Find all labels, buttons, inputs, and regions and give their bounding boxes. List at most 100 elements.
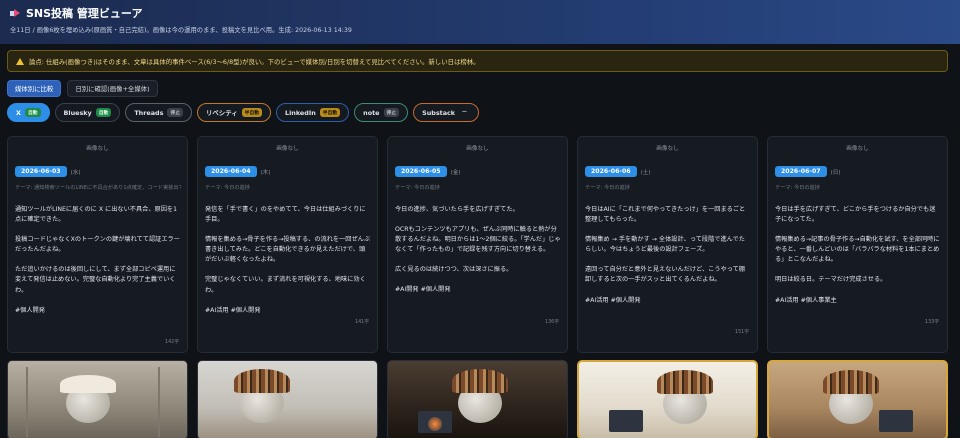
post-theme: テーマ: 通知検索ツールのLINEに不具合があり1点確定、コード実装出てた前が受… (15, 185, 181, 191)
date-row: 2026-06-06 (土) (585, 166, 651, 177)
post-paragraph: 通知ツールがLINEに届くのに X に出ない不具合、原因を1点に確定できた。 (15, 206, 178, 224)
platform-chip-note[interactable]: note 停止 (354, 103, 409, 122)
post-theme: テーマ: 今日の進捗 (585, 185, 630, 191)
post-paragraph: OCRもコンテンツもアプリも、ぜんぶ同時に触ると熱が分散するんだよね。明日からは… (395, 226, 561, 254)
post-body: 今日は手を広げすぎて、どこから手をつけるか自分でも迷子になってた。 情報集める→… (775, 205, 941, 316)
status-badge: 停止 (383, 108, 400, 117)
page-title: SNS投稿 管理ビューア (10, 5, 950, 21)
date-badge: 2026-06-06 (585, 166, 637, 177)
status-badge: 半自動 (241, 108, 263, 117)
post-paragraph: 今日の進捗、気づいたら手を広げすぎてた。 (395, 206, 519, 213)
char-count: 141字 (355, 320, 369, 325)
post-hashtags: #個人開発 (15, 306, 45, 314)
date-badge: 2026-06-04 (205, 166, 257, 177)
platform-chip-linkedin[interactable]: LinkedIn 半自動 (276, 103, 350, 122)
post-paragraph: 完璧じゃなくていい。まず流れを可視化する、地味に効くわ。 (205, 276, 366, 294)
status-badge: 自動 (24, 108, 41, 117)
day-of-week: (金) (450, 169, 461, 176)
platform-chip-x[interactable]: X 自動 (7, 103, 50, 122)
post-paragraph: 遠回って自分だと意外と見えないんだけど、こうやって棚卸しすると次の一手がスッと出… (585, 266, 745, 284)
char-count: 136字 (545, 320, 559, 325)
post-hashtags: #AI活用 #個人開発 (585, 296, 641, 304)
post-card: 画像なし 2026-06-04 (木) テーマ: 今日の進捗 発信を「手で書く」… (197, 136, 378, 353)
platform-chips: X 自動 Bluesky 自動 Threads 停止 リベシティ 半自動 Lin… (7, 103, 479, 122)
platform-name: LinkedIn (285, 108, 316, 117)
page-title-text: SNS投稿 管理ビューア (26, 7, 143, 20)
post-paragraph: 情報集める→記事の骨子作る→自動化を試す、を全部同時にやると、一番しんどいのは「… (775, 236, 940, 264)
day-of-week: (木) (260, 169, 271, 176)
day-of-week: (土) (640, 169, 651, 176)
post-paragraph: 情報を集める→骨子を作る→投稿する、の流れを一回ぜんぶ書き出してみた。どこを自動… (205, 236, 371, 264)
post-body: 通知ツールがLINEに届くのに X に出ない不具合、原因を1点に確定できた。 投… (15, 205, 181, 326)
post-theme: テーマ: 今日の進捗 (205, 185, 250, 191)
post-card: 画像なし 2026-06-05 (金) テーマ: 今日の進捗 今日の進捗、気づい… (387, 136, 568, 353)
post-image[interactable] (767, 360, 948, 438)
platform-name: Substack (422, 108, 456, 117)
no-image-label: 画像なし (656, 146, 679, 152)
post-body: 今日はAIに「これまで何やってきたっけ」を一回まるごと整理してもらった。 情報集… (585, 205, 751, 316)
platform-name: リベシティ (206, 109, 238, 117)
view-tabs: 媒体別に比較 日別に確認(画像+全媒体) (7, 80, 158, 97)
post-hashtags: #AI活用 #個人事業主 (775, 296, 837, 304)
post-hashtags: #AI活用 #個人開発 (205, 306, 261, 314)
date-row: 2026-06-07 (日) (775, 166, 841, 177)
no-image-label: 画像なし (466, 146, 489, 152)
platform-chip-bluesky[interactable]: Bluesky 自動 (54, 103, 121, 122)
char-count: 133字 (925, 320, 939, 325)
post-card: 画像なし 2026-06-06 (土) テーマ: 今日の進捗 今日はAIに「これ… (577, 136, 758, 353)
post-paragraph: ただ追いかけるのは後回しにして、まず全部コピペ運用に変えて発信は止めない。完璧な… (15, 266, 176, 294)
no-image-label: 画像なし (86, 146, 109, 152)
post-card: 画像なし 2026-06-03 (水) テーマ: 通知検索ツールのLINEに不具… (7, 136, 188, 353)
status-badge: 自動 (95, 108, 112, 117)
platform-name: X (16, 108, 21, 117)
day-of-week: (水) (70, 169, 81, 176)
char-count: 151字 (735, 330, 749, 335)
post-image[interactable] (197, 360, 378, 438)
post-image[interactable] (577, 360, 758, 438)
warning-icon (16, 57, 24, 65)
post-paragraph: 明日は絞る日。テーマだけ完成させる。 (775, 276, 887, 284)
date-badge: 2026-06-03 (15, 166, 67, 177)
post-paragraph: 今日は手を広げすぎて、どこから手をつけるか自分でも迷子になってた。 (775, 206, 936, 224)
page-header: SNS投稿 管理ビューア 全11日 / 画像6枚を埋め込み(原画質・自己完結)。… (0, 0, 960, 44)
date-badge: 2026-06-05 (395, 166, 447, 177)
post-image[interactable] (7, 360, 188, 438)
post-body: 発信を「手で書く」のをやめてて、今日は仕組みづくりに手目。 情報を集める→骨子を… (205, 205, 371, 326)
status-badge: 半自動 (319, 108, 341, 117)
day-of-week: (日) (830, 169, 841, 176)
platform-chip-substack[interactable]: Substack — (413, 103, 479, 122)
post-hashtags: #AI開発 #個人開発 (395, 286, 451, 294)
platform-name: note (363, 108, 380, 117)
post-paragraph: 広く見るのは続けつつ、次は深さに振る。 (395, 266, 513, 274)
platform-chip-libecity[interactable]: リベシティ 半自動 (197, 103, 272, 122)
status-badge: — (462, 110, 467, 115)
no-image-label: 画像なし (846, 146, 869, 152)
platform-chip-threads[interactable]: Threads 停止 (125, 103, 193, 122)
megaphone-icon (10, 9, 21, 18)
char-count: 142字 (165, 340, 179, 345)
notice-text: 論点: 仕組み(画像つき)はそのまま、文章は具体的事件ベース(6/3〜6/8型)… (29, 57, 480, 66)
date-row: 2026-06-05 (金) (395, 166, 461, 177)
status-badge: 停止 (167, 108, 184, 117)
tab-by-platform[interactable]: 媒体別に比較 (7, 80, 62, 97)
date-row: 2026-06-03 (水) (15, 166, 81, 177)
date-badge: 2026-06-07 (775, 166, 827, 177)
post-theme: テーマ: 今日の進捗 (775, 185, 820, 191)
post-theme: テーマ: 今日の進捗 (395, 185, 440, 191)
platform-name: Threads (134, 108, 164, 117)
post-images (7, 360, 950, 438)
notice-banner: 論点: 仕組み(画像つき)はそのまま、文章は具体的事件ベース(6/3〜6/8型)… (7, 50, 948, 72)
post-image[interactable] (387, 360, 568, 438)
date-row: 2026-06-04 (木) (205, 166, 271, 177)
tab-by-day[interactable]: 日別に確認(画像+全媒体) (67, 80, 158, 97)
post-body: 今日の進捗、気づいたら手を広げすぎてた。 OCRもコンテンツもアプリも、ぜんぶ同… (395, 205, 561, 306)
platform-name: Bluesky (63, 108, 92, 117)
post-paragraph: 今日はAIに「これまで何やってきたっけ」を一回まるごと整理してもらった。 (585, 206, 746, 224)
post-cards: 画像なし 2026-06-03 (水) テーマ: 通知検索ツールのLINEに不具… (7, 136, 950, 353)
page-subtitle: 全11日 / 画像6枚を埋め込み(原画質・自己完結)。画像は今の運用のまま、投稿… (10, 27, 352, 34)
post-paragraph: 発信を「手で書く」のをやめてて、今日は仕組みづくりに手目。 (205, 206, 366, 224)
no-image-label: 画像なし (276, 146, 299, 152)
post-card: 画像なし 2026-06-07 (日) テーマ: 今日の進捗 今日は手を広げすぎ… (767, 136, 948, 353)
post-paragraph: 投稿コードじゃなくXのトークンの鍵が壊れてて認証エラーだったんだよね。 (15, 236, 180, 254)
post-paragraph: 情報集め → 手を動かす → 全体設計、って段階で進んでたらしい。今はちょうど最… (585, 236, 745, 254)
